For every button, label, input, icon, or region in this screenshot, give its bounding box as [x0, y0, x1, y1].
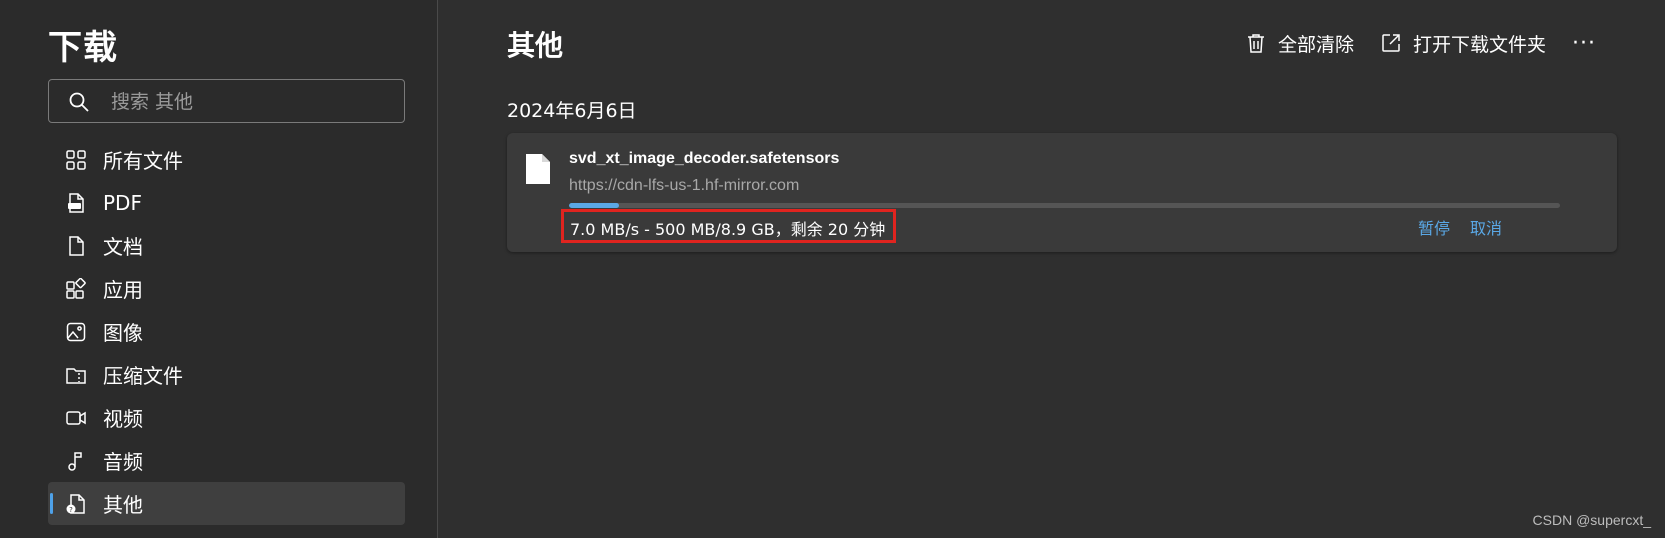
download-filename[interactable]: svd_xt_image_decoder.safetensors [569, 150, 839, 168]
date-heading: 2024年6月6日 [507, 100, 637, 122]
sidebar-item-label: 其他 [103, 493, 143, 517]
open-folder-label: 打开下载文件夹 [1413, 33, 1547, 56]
sidebar: 下载 所有文件 PDF [0, 0, 438, 538]
download-item: svd_xt_image_decoder.safetensors https:/… [507, 133, 1617, 252]
sidebar-item-label: 音频 [103, 450, 143, 474]
external-link-icon [1380, 32, 1402, 54]
apps-icon [65, 277, 87, 300]
sidebar-item-documents[interactable]: 文档 [48, 224, 405, 267]
file-icon [525, 153, 551, 185]
zip-icon [65, 364, 87, 386]
sidebar-item-compressed[interactable]: 压缩文件 [48, 353, 405, 396]
sidebar-item-label: 压缩文件 [103, 364, 183, 388]
sidebar-item-all-files[interactable]: 所有文件 [48, 138, 405, 181]
video-icon [65, 407, 87, 429]
trash-icon [1245, 32, 1267, 54]
sidebar-nav: 所有文件 PDF 文档 应用 图像 压缩文件 视频 音频 ? 其他 [48, 138, 405, 525]
image-icon [65, 321, 87, 343]
download-source-url[interactable]: https://cdn-lfs-us-1.hf-mirror.com [569, 177, 799, 195]
page-title: 其他 [507, 29, 564, 62]
sidebar-item-audio[interactable]: 音频 [48, 439, 405, 482]
sidebar-item-pdf[interactable]: PDF [48, 181, 405, 224]
search-input[interactable] [109, 84, 393, 120]
watermark: CSDN @supercxt_ [1532, 512, 1651, 528]
pause-button[interactable]: 暂停 [1418, 215, 1450, 239]
sidebar-item-label: 所有文件 [103, 149, 183, 173]
cancel-button[interactable]: 取消 [1470, 215, 1502, 239]
sidebar-item-apps[interactable]: 应用 [48, 267, 405, 310]
pdf-icon [65, 192, 87, 214]
sidebar-item-label: 文档 [103, 235, 143, 259]
download-progress-fill [569, 203, 619, 208]
sidebar-item-label: 应用 [103, 278, 143, 302]
sidebar-title: 下载 [48, 28, 118, 68]
clear-all-label: 全部清除 [1278, 33, 1355, 56]
more-options-button[interactable]: ··· [1572, 31, 1596, 56]
sidebar-item-label: 图像 [103, 321, 143, 345]
sidebar-item-video[interactable]: 视频 [48, 396, 405, 439]
download-status: 7.0 MB/s - 500 MB/8.9 GB，剩余 20 分钟 [570, 220, 886, 239]
search-box[interactable] [48, 79, 405, 123]
download-progress-bar [569, 203, 1560, 208]
grid-icon [65, 149, 87, 171]
clear-all-button[interactable]: 全部清除 [1245, 30, 1354, 57]
svg-text:?: ? [69, 506, 73, 514]
document-icon [65, 235, 87, 257]
open-folder-button[interactable]: 打开下载文件夹 [1380, 30, 1546, 57]
toolbar: 全部清除 打开下载文件夹 ··· [1245, 28, 1596, 58]
sidebar-item-label: PDF [103, 190, 142, 215]
sidebar-item-label: 视频 [103, 407, 143, 431]
sidebar-item-other[interactable]: ? 其他 [48, 482, 405, 525]
music-icon [65, 450, 87, 472]
other-file-icon: ? [65, 493, 87, 515]
sidebar-item-images[interactable]: 图像 [48, 310, 405, 353]
search-icon [67, 90, 91, 114]
